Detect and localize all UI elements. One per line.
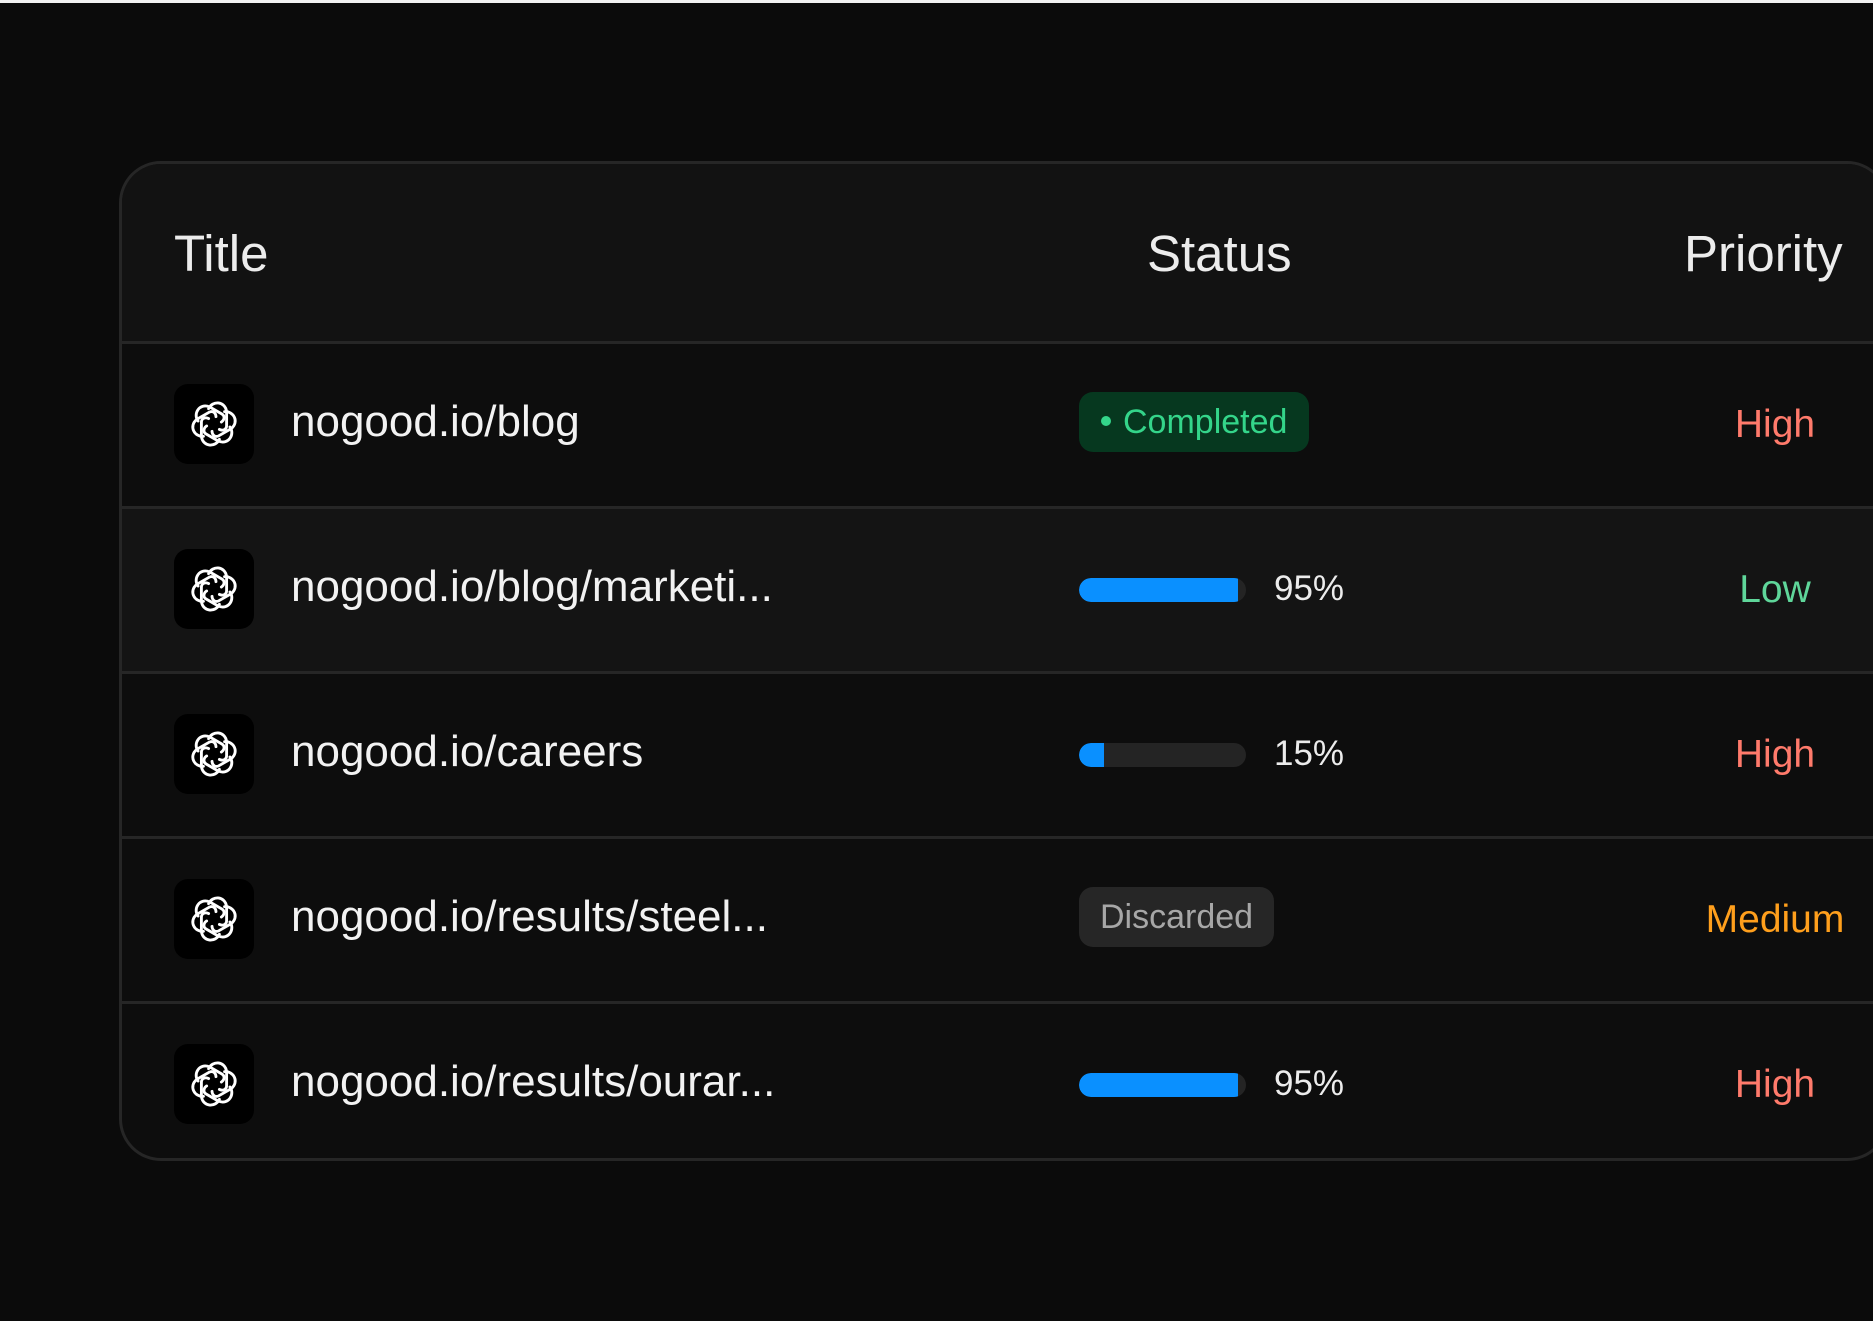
openai-logo-icon: [174, 714, 254, 794]
row-title[interactable]: nogood.io/blog/marketi...: [291, 559, 773, 615]
table-row[interactable]: nogood.io/blog/marketi... 95% Low: [122, 506, 1873, 671]
progress-percent: 95%: [1274, 1064, 1345, 1103]
row-title[interactable]: nogood.io/careers: [291, 724, 643, 780]
status-badge-discarded: Discarded: [1079, 887, 1275, 947]
table-row[interactable]: nogood.io/results/ourar... 95% High: [122, 1001, 1873, 1158]
progress-bar: [1079, 578, 1246, 602]
status-badge-label: Discarded: [1100, 898, 1254, 936]
progress-bar-fill: [1079, 743, 1105, 767]
table-header: Title Status Priority: [122, 164, 1873, 341]
row-title[interactable]: nogood.io/results/steel...: [291, 889, 768, 945]
openai-logo-icon: [174, 384, 254, 464]
priority-label: Medium: [1705, 898, 1845, 941]
priority-label: High: [1734, 403, 1816, 446]
column-header-priority[interactable]: Priority: [1684, 224, 1843, 284]
status-badge-completed: Completed: [1079, 392, 1310, 452]
row-title[interactable]: nogood.io/results/ourar...: [291, 1054, 775, 1110]
table-row[interactable]: nogood.io/results/steel... Discarded Med…: [122, 836, 1873, 1001]
column-header-title[interactable]: Title: [174, 224, 268, 284]
openai-logo-icon: [174, 1044, 254, 1124]
row-title[interactable]: nogood.io/blog: [291, 394, 580, 450]
column-header-status[interactable]: Status: [1147, 224, 1292, 284]
status-badge-label: Completed: [1123, 403, 1288, 441]
progress-percent: 15%: [1274, 734, 1345, 773]
priority-label: Low: [1739, 568, 1811, 611]
status-dot-icon: [1101, 416, 1111, 427]
progress-bar-fill: [1079, 1073, 1238, 1097]
progress-bar: [1079, 1073, 1246, 1097]
openai-logo-icon: [174, 549, 254, 629]
progress-bar: [1079, 743, 1246, 767]
tasks-table: Title Status Priority nogood.io/blog Com…: [119, 161, 1873, 1161]
top-edge-divider: [0, 0, 1873, 3]
progress-bar-fill: [1079, 578, 1238, 602]
progress-percent: 95%: [1274, 569, 1345, 608]
priority-label: High: [1734, 1063, 1816, 1106]
openai-logo-icon: [174, 879, 254, 959]
table-row[interactable]: nogood.io/blog Completed High: [122, 341, 1873, 506]
table-row[interactable]: nogood.io/careers 15% High: [122, 671, 1873, 836]
priority-label: High: [1734, 733, 1816, 776]
